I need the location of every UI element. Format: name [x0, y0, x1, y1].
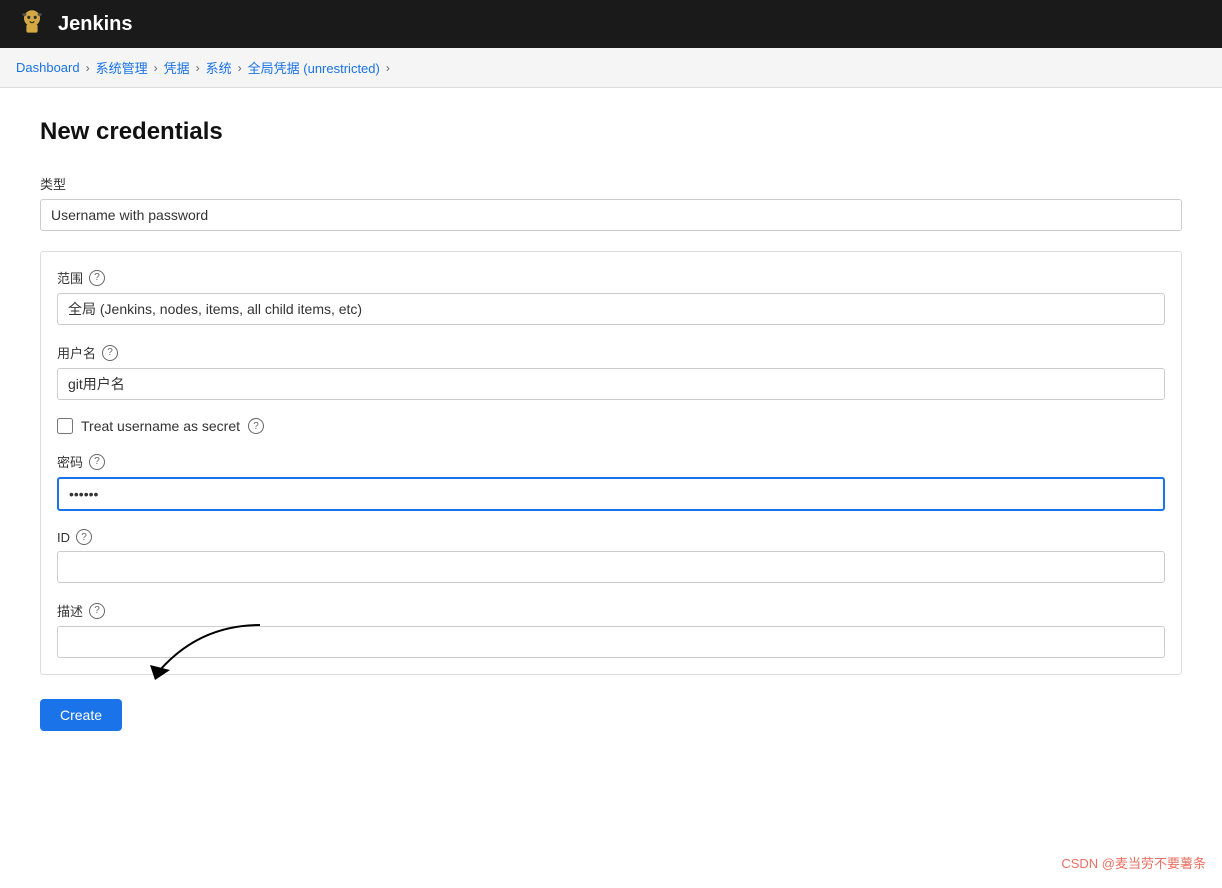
breadcrumb-sep-5: › — [386, 61, 390, 75]
breadcrumb-dashboard[interactable]: Dashboard — [16, 60, 80, 75]
breadcrumb-sep-2: › — [154, 61, 158, 75]
breadcrumb-global[interactable]: 全局凭据 (unrestricted) — [248, 58, 380, 77]
inner-form: 范围 ? 全局 (Jenkins, nodes, items, all chil… — [40, 251, 1182, 675]
username-label: 用户名 ? — [57, 343, 1165, 362]
password-help-icon[interactable]: ? — [89, 454, 105, 470]
description-field: 描述 ? — [57, 601, 1165, 658]
scope-help-icon[interactable]: ? — [89, 270, 105, 286]
description-help-icon[interactable]: ? — [89, 603, 105, 619]
username-field: 用户名 ? — [57, 343, 1165, 400]
scope-label: 范围 ? — [57, 268, 1165, 287]
type-label: 类型 — [40, 174, 1182, 193]
treat-username-label: Treat username as secret — [81, 418, 240, 434]
scope-select[interactable]: 全局 (Jenkins, nodes, items, all child ite… — [57, 293, 1165, 325]
password-field: 密码 ? — [57, 452, 1165, 511]
id-label: ID ? — [57, 529, 1165, 545]
type-select[interactable]: Username with password — [40, 199, 1182, 231]
description-input[interactable] — [57, 626, 1165, 658]
jenkins-logo — [16, 7, 48, 42]
watermark: CSDN @麦当劳不要薯条 — [1061, 853, 1206, 872]
page-title: New credentials — [40, 118, 1182, 146]
breadcrumb-system-manage[interactable]: 系统管理 — [96, 58, 148, 77]
id-help-icon[interactable]: ? — [76, 529, 92, 545]
treat-username-help-icon[interactable]: ? — [248, 418, 264, 434]
app-header: Jenkins — [0, 0, 1222, 48]
treat-username-row: Treat username as secret ? — [57, 418, 1165, 434]
password-label: 密码 ? — [57, 452, 1165, 471]
breadcrumb-sep-3: › — [196, 61, 200, 75]
description-label: 描述 ? — [57, 601, 1165, 620]
id-field: ID ? — [57, 529, 1165, 583]
treat-username-checkbox[interactable] — [57, 418, 73, 434]
create-button[interactable]: Create — [40, 699, 122, 731]
breadcrumb-sep-1: › — [86, 61, 90, 75]
type-field-section: 类型 Username with password — [40, 174, 1182, 231]
breadcrumb-sep-4: › — [238, 61, 242, 75]
main-content: New credentials 类型 Username with passwor… — [0, 88, 1222, 761]
breadcrumb-credentials[interactable]: 凭据 — [164, 58, 190, 77]
username-input[interactable] — [57, 368, 1165, 400]
create-button-area: Create — [40, 675, 122, 731]
id-input[interactable] — [57, 551, 1165, 583]
password-input[interactable] — [57, 477, 1165, 511]
scope-field: 范围 ? 全局 (Jenkins, nodes, items, all chil… — [57, 268, 1165, 325]
app-title: Jenkins — [58, 13, 132, 36]
breadcrumb-system[interactable]: 系统 — [206, 58, 232, 77]
breadcrumb: Dashboard › 系统管理 › 凭据 › 系统 › 全局凭据 (unres… — [0, 48, 1222, 88]
username-help-icon[interactable]: ? — [102, 345, 118, 361]
